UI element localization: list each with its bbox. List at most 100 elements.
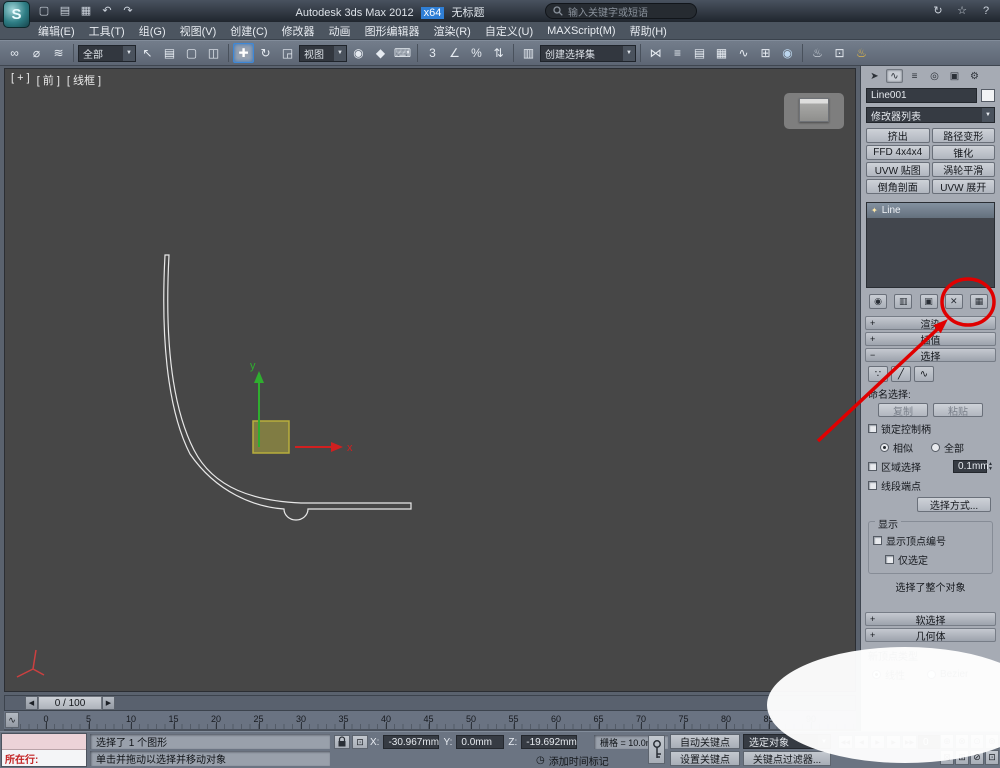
- rollout-interpolation[interactable]: + 插值: [865, 332, 996, 347]
- radio-similar[interactable]: [880, 443, 889, 452]
- menu-item[interactable]: 图形编辑器: [365, 23, 420, 39]
- graphite-ribbon-icon[interactable]: ▦: [711, 43, 732, 63]
- window-crossing-icon[interactable]: ◫: [203, 43, 224, 63]
- menu-item[interactable]: 工具(T): [89, 23, 125, 39]
- render-production-icon[interactable]: ♨: [851, 43, 872, 63]
- viewport-menu-view[interactable]: [ 前 ]: [37, 72, 60, 88]
- vertex-mode-icon[interactable]: ∵: [868, 366, 888, 382]
- favorites-star-icon[interactable]: ☆: [954, 3, 970, 19]
- modifier-preset-button[interactable]: 挤出: [866, 128, 930, 143]
- show-end-result-icon[interactable]: ▥: [894, 293, 913, 309]
- viewport-menu-general[interactable]: [ + ]: [11, 72, 30, 88]
- modifier-preset-button[interactable]: UVW 贴图: [866, 162, 930, 177]
- object-color-swatch[interactable]: [981, 88, 995, 102]
- time-slider[interactable]: ◀ 0 / 100 ▶: [4, 695, 856, 711]
- radio-all[interactable]: [931, 443, 940, 452]
- utilities-tab-icon[interactable]: ⚙: [966, 69, 983, 83]
- layer-manager-icon[interactable]: ▤: [689, 43, 710, 63]
- segment-mode-icon[interactable]: ╱: [891, 366, 911, 382]
- select-and-move-icon[interactable]: ✚: [233, 43, 254, 63]
- modifier-preset-button[interactable]: 涡轮平滑: [931, 162, 995, 177]
- front-viewport[interactable]: [ + ] [ 前 ] [ 线框 ] y x: [4, 68, 856, 692]
- curve-editor-icon[interactable]: ∿: [733, 43, 754, 63]
- create-tab-icon[interactable]: ➤: [866, 69, 883, 83]
- menu-item[interactable]: 创建(C): [230, 23, 267, 39]
- show-vertex-numbers-checkbox[interactable]: 显示顶点编号: [873, 533, 988, 548]
- set-keys-button[interactable]: [648, 735, 665, 764]
- selection-filter-dropdown[interactable]: 全部 ▼: [78, 44, 136, 62]
- object-name-field[interactable]: Line001: [866, 87, 977, 103]
- configure-modifier-sets-icon[interactable]: ▦: [970, 293, 988, 309]
- segment-end-checkbox[interactable]: 线段端点: [868, 478, 993, 493]
- spline-mode-icon[interactable]: ∿: [914, 366, 934, 382]
- modify-tab-icon[interactable]: ∿: [886, 69, 903, 83]
- display-tab-icon[interactable]: ▣: [946, 69, 963, 83]
- modifier-list-dropdown[interactable]: 修改器列表 ▼: [866, 107, 995, 123]
- snap-toggle-3d-icon[interactable]: 3: [422, 43, 443, 63]
- rectangular-selection-icon[interactable]: ▢: [181, 43, 202, 63]
- previous-frame-arrow[interactable]: ◀: [25, 696, 38, 710]
- schematic-view-icon[interactable]: ⊞: [755, 43, 776, 63]
- render-setup-icon[interactable]: ♨: [807, 43, 828, 63]
- bind-to-spacewarp-icon[interactable]: ≋: [48, 43, 69, 63]
- make-unique-icon[interactable]: ▣: [919, 293, 938, 309]
- mirror-icon[interactable]: ⋈: [645, 43, 666, 63]
- unlink-selection-icon[interactable]: ⌀: [26, 43, 47, 63]
- stack-item-line[interactable]: ✦ Line: [867, 203, 994, 218]
- select-object-icon[interactable]: ↖: [137, 43, 158, 63]
- y-coordinate-field[interactable]: 0.0mm: [456, 735, 505, 749]
- menu-item[interactable]: 视图(V): [180, 23, 217, 39]
- viewcube[interactable]: [784, 93, 844, 129]
- new-scene-icon[interactable]: ▢: [36, 3, 52, 19]
- remove-modifier-icon[interactable]: ✕: [944, 293, 963, 309]
- lock-handles-checkbox[interactable]: 锁定控制柄: [868, 421, 993, 436]
- material-editor-icon[interactable]: ◉: [777, 43, 798, 63]
- angle-snap-icon[interactable]: ∠: [444, 43, 465, 63]
- x-coordinate-field[interactable]: -30.967mm: [383, 735, 440, 749]
- select-and-scale-icon[interactable]: ◲: [277, 43, 298, 63]
- redo-icon[interactable]: ↷: [120, 3, 136, 19]
- rendered-frame-icon[interactable]: ⊡: [829, 43, 850, 63]
- pin-stack-icon[interactable]: ◉: [869, 293, 887, 309]
- open-file-icon[interactable]: ▤: [57, 3, 73, 19]
- menu-item[interactable]: 渲染(R): [434, 23, 471, 39]
- menu-item[interactable]: 帮助(H): [630, 23, 667, 39]
- rollout-selection[interactable]: − 选择: [865, 348, 996, 363]
- edit-named-selections-icon[interactable]: ▥: [518, 43, 539, 63]
- menu-item[interactable]: 自定义(U): [485, 23, 533, 39]
- checkbox-icon[interactable]: [868, 462, 877, 471]
- key-filters-button[interactable]: 关键点过滤器...: [743, 751, 831, 766]
- align-icon[interactable]: ≡: [667, 43, 688, 63]
- rollout-soft-selection[interactable]: + 软选择: [865, 612, 996, 627]
- modifier-stack[interactable]: ✦ Line: [866, 202, 995, 288]
- maximize-viewport-icon[interactable]: ⊡: [985, 750, 999, 765]
- auto-key-button[interactable]: 自动关键点: [670, 734, 740, 749]
- spinner-arrows-icon[interactable]: ▲ ▼: [988, 461, 993, 472]
- use-pivot-center-icon[interactable]: ◉: [348, 43, 369, 63]
- time-slider-handle[interactable]: 0 / 100: [38, 696, 102, 710]
- percent-snap-icon[interactable]: %: [466, 43, 487, 63]
- copy-button[interactable]: 复制: [878, 403, 928, 418]
- selection-lock-toggle[interactable]: [334, 735, 350, 749]
- viewport-menu-shading[interactable]: [ 线框 ]: [67, 72, 101, 88]
- rollout-render[interactable]: + 渲染: [865, 316, 996, 331]
- menu-item[interactable]: 动画: [329, 23, 351, 39]
- add-time-tag[interactable]: ◷ 添加时间标记: [536, 753, 609, 768]
- z-coordinate-field[interactable]: -19.692mm: [521, 735, 578, 749]
- keyboard-override-icon[interactable]: ⌨: [392, 43, 413, 63]
- select-by-name-icon[interactable]: ▤: [159, 43, 180, 63]
- listener-script-line[interactable]: 所在行:: [2, 750, 86, 766]
- application-menu-button[interactable]: S: [3, 1, 30, 28]
- help-icon[interactable]: ?: [978, 3, 994, 19]
- selected-only-checkbox[interactable]: 仅选定: [885, 552, 988, 567]
- absolute-offset-toggle[interactable]: ⊡: [352, 735, 368, 749]
- select-and-link-icon[interactable]: ∞: [4, 43, 25, 63]
- hierarchy-tab-icon[interactable]: ≡: [906, 69, 923, 83]
- maxscript-mini-listener[interactable]: 所在行:: [1, 733, 87, 767]
- select-by-button[interactable]: 选择方式...: [917, 497, 991, 512]
- motion-tab-icon[interactable]: ◎: [926, 69, 943, 83]
- listener-macro-line[interactable]: [2, 734, 86, 750]
- track-bar[interactable]: ∿ 051015202530354045505560657075808590: [4, 711, 856, 731]
- menu-item[interactable]: 修改器: [282, 23, 315, 39]
- viewcube-face[interactable]: [799, 98, 829, 122]
